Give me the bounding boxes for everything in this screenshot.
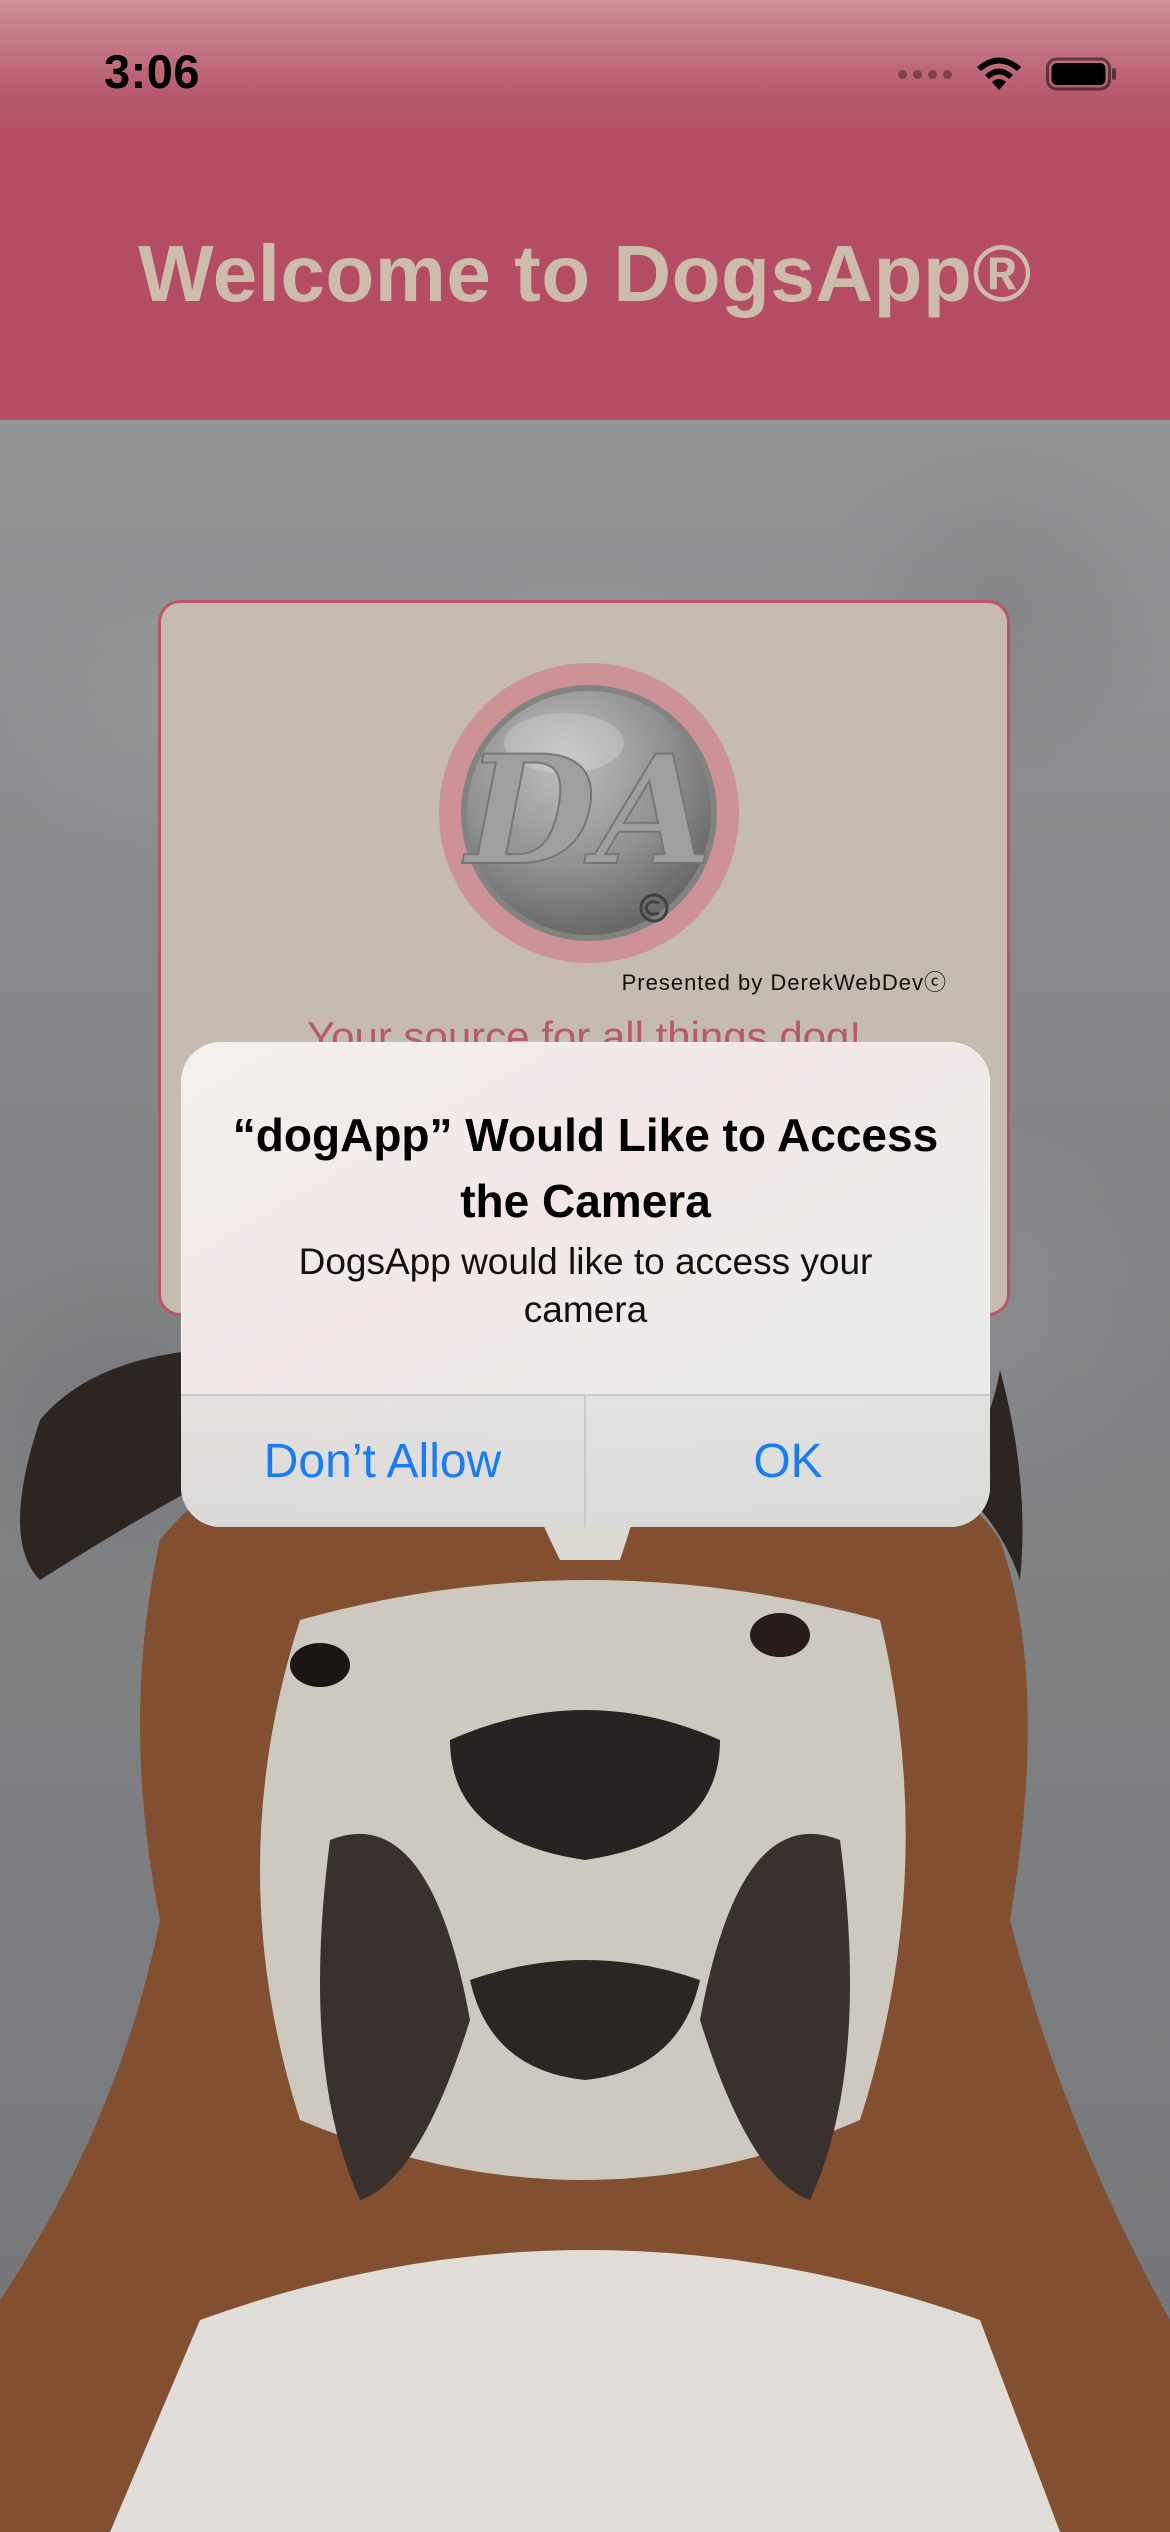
- ok-button[interactable]: OK: [586, 1396, 990, 1527]
- camera-permission-alert: “dogApp” Would Like to Access the Camera…: [181, 1042, 990, 1527]
- alert-message: DogsApp would like to access your camera: [298, 1241, 873, 1330]
- dont-allow-button[interactable]: Don’t Allow: [181, 1396, 584, 1527]
- alert-title: “dogApp” Would Like to Access the Camera: [232, 1109, 939, 1227]
